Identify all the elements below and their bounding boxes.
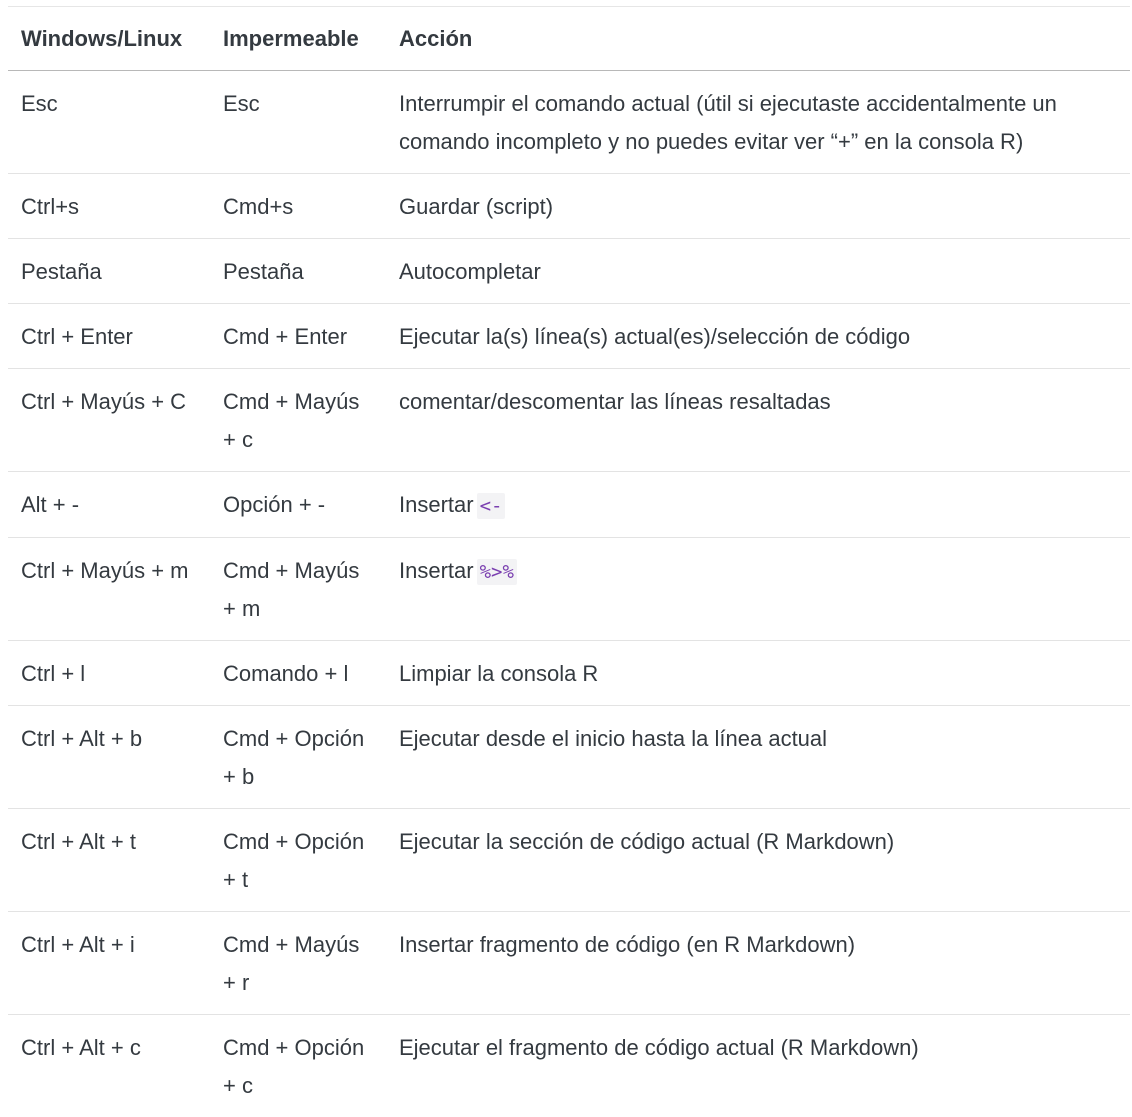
page: Windows/Linux Impermeable Acción EscEscI… bbox=[0, 0, 1132, 1113]
table-row: Alt + -Opción + -Insertar<- bbox=[8, 472, 1130, 538]
table-row: Ctrl + Alt + bCmd + Opción + b Ejecutar d… bbox=[8, 706, 1130, 809]
action-description: comentar/descomentar las líneas resaltad… bbox=[386, 369, 1130, 472]
shortcut-windows-linux: Esc bbox=[8, 71, 210, 174]
table-header: Windows/Linux Impermeable Acción bbox=[8, 7, 1130, 71]
shortcut-mac: Comando + l bbox=[210, 641, 386, 706]
shortcut-windows-linux: Ctrl + Alt + b bbox=[8, 706, 210, 809]
table-body: EscEscInterrumpir el comando actual (úti… bbox=[8, 71, 1130, 1117]
action-text: Limpiar la consola R bbox=[399, 661, 598, 686]
shortcut-mac: Cmd + Enter bbox=[210, 304, 386, 369]
action-text: Autocompletar bbox=[399, 259, 541, 284]
header-windows-linux: Windows/Linux bbox=[8, 7, 210, 71]
action-description: Ejecutar la sección de código actual (R … bbox=[386, 809, 1130, 912]
action-description: Insertar%>% bbox=[386, 538, 1130, 641]
shortcuts-table: Windows/Linux Impermeable Acción EscEscI… bbox=[8, 6, 1130, 1117]
shortcut-windows-linux: Ctrl + l bbox=[8, 641, 210, 706]
action-text: Interrumpir el comando actual (útil si e… bbox=[399, 91, 1057, 154]
action-text: Insertar bbox=[399, 492, 474, 517]
header-row: Windows/Linux Impermeable Acción bbox=[8, 7, 1130, 71]
action-description: Interrumpir el comando actual (útil si e… bbox=[386, 71, 1130, 174]
shortcut-windows-linux: Pestaña bbox=[8, 239, 210, 304]
action-description: Limpiar la consola R bbox=[386, 641, 1130, 706]
table-row: Ctrl + Mayús + mCmd + Mayús + mInsertar%… bbox=[8, 538, 1130, 641]
shortcut-mac: Opción + - bbox=[210, 472, 386, 538]
action-text: Insertar bbox=[399, 558, 474, 583]
shortcut-mac: Cmd + Opción + c bbox=[210, 1015, 386, 1117]
shortcut-windows-linux: Ctrl + Mayús + m bbox=[8, 538, 210, 641]
action-description: Ejecutar desde el inicio hasta la línea … bbox=[386, 706, 1130, 809]
inline-code-operator: %>% bbox=[477, 559, 517, 585]
action-text: Ejecutar desde el inicio hasta la línea … bbox=[399, 726, 827, 751]
shortcut-windows-linux: Ctrl+s bbox=[8, 174, 210, 239]
shortcut-mac: Esc bbox=[210, 71, 386, 174]
action-text: Ejecutar la sección de código actual (R … bbox=[399, 829, 894, 854]
shortcut-mac: Cmd + Mayús + r bbox=[210, 912, 386, 1015]
action-text: Guardar (script) bbox=[399, 194, 553, 219]
table-row: Ctrl + Alt + tCmd + Opción + t Ejecutar l… bbox=[8, 809, 1130, 912]
table-row: Ctrl+sCmd+s Guardar (script) bbox=[8, 174, 1130, 239]
action-description: Autocompletar bbox=[386, 239, 1130, 304]
shortcut-mac: Cmd+s bbox=[210, 174, 386, 239]
shortcut-windows-linux: Ctrl + Mayús + C bbox=[8, 369, 210, 472]
action-description: Ejecutar la(s) línea(s) actual(es)/selec… bbox=[386, 304, 1130, 369]
table-row: Ctrl + lComando + l Limpiar la consola R bbox=[8, 641, 1130, 706]
table-row: EscEscInterrumpir el comando actual (úti… bbox=[8, 71, 1130, 174]
table-row: Ctrl + Alt + cCmd + Opción + c Ejecutar e… bbox=[8, 1015, 1130, 1117]
shortcut-mac: Cmd + Opción + t bbox=[210, 809, 386, 912]
shortcut-windows-linux: Ctrl + Enter bbox=[8, 304, 210, 369]
shortcut-mac: Cmd + Mayús + c bbox=[210, 369, 386, 472]
action-description: Insertar fragmento de código (en R Markd… bbox=[386, 912, 1130, 1015]
shortcut-mac: Cmd + Mayús + m bbox=[210, 538, 386, 641]
header-action: Acción bbox=[386, 7, 1130, 71]
action-text: comentar/descomentar las líneas resaltad… bbox=[399, 389, 831, 414]
action-description: Guardar (script) bbox=[386, 174, 1130, 239]
header-mac: Impermeable bbox=[210, 7, 386, 71]
shortcut-mac: Pestaña bbox=[210, 239, 386, 304]
shortcut-mac: Cmd + Opción + b bbox=[210, 706, 386, 809]
action-text: Ejecutar la(s) línea(s) actual(es)/selec… bbox=[399, 324, 910, 349]
table-row: Ctrl + Alt + iCmd + Mayús + r Insertar fr… bbox=[8, 912, 1130, 1015]
table-row: Ctrl + Mayús + CCmd + Mayús + c comentar/… bbox=[8, 369, 1130, 472]
inline-code-operator: <- bbox=[477, 493, 506, 519]
shortcut-windows-linux: Ctrl + Alt + c bbox=[8, 1015, 210, 1117]
shortcut-windows-linux: Alt + - bbox=[8, 472, 210, 538]
table-row: PestañaPestaña Autocompletar bbox=[8, 239, 1130, 304]
shortcut-windows-linux: Ctrl + Alt + t bbox=[8, 809, 210, 912]
action-text: Insertar fragmento de código (en R Markd… bbox=[399, 932, 855, 957]
action-description: Ejecutar el fragmento de código actual (… bbox=[386, 1015, 1130, 1117]
table-row: Ctrl + EnterCmd + Enter Ejecutar la(s) lí… bbox=[8, 304, 1130, 369]
action-text: Ejecutar el fragmento de código actual (… bbox=[399, 1035, 919, 1060]
action-description: Insertar<- bbox=[386, 472, 1130, 538]
shortcut-windows-linux: Ctrl + Alt + i bbox=[8, 912, 210, 1015]
